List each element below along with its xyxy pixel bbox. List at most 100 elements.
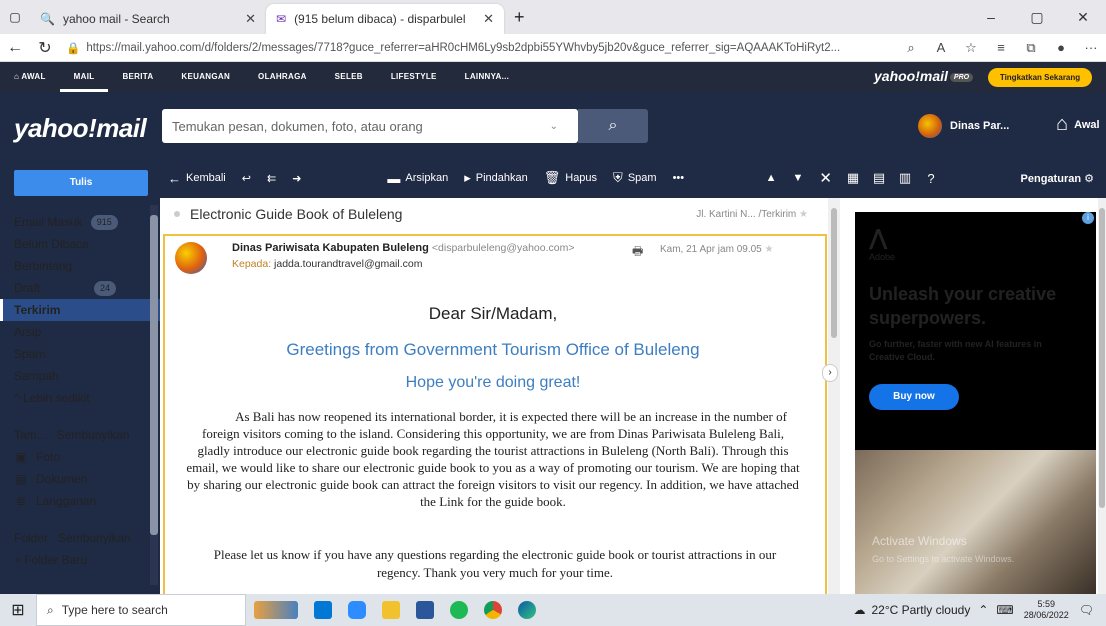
ad-photo[interactable] <box>855 450 1096 594</box>
scrollbar-thumb[interactable] <box>1099 208 1105 508</box>
close-tab-icon[interactable]: ✕ <box>245 11 256 27</box>
sidebar-item-documents[interactable]: ▤ Dokumen <box>0 468 160 490</box>
nav-lifestyle[interactable]: LIFESTYLE <box>377 62 451 92</box>
sidebar-item-subscriptions[interactable]: ≣ Langganan <box>0 490 160 512</box>
sidebar-item-unread[interactable]: Belum Dibaca <box>0 233 160 255</box>
weather-icon[interactable]: ☁ <box>853 603 865 617</box>
print-icon[interactable]: 🖶 <box>632 242 643 263</box>
nav-news[interactable]: BERITA <box>108 62 167 92</box>
sidebar-item-archive[interactable]: Arsip <box>0 321 160 343</box>
contacts-icon[interactable]: ▦ <box>840 170 866 186</box>
close-window-button[interactable]: ✕ <box>1060 0 1106 34</box>
nav-celeb[interactable]: SELEB <box>321 62 377 92</box>
nav-finance[interactable]: KEUANGAN <box>167 62 244 92</box>
sidebar-scrollbar[interactable] <box>150 205 158 585</box>
yahoo-mail-logo[interactable]: yahoo!mail <box>14 113 147 144</box>
sidebar-item-sent[interactable]: Terkirim <box>0 299 160 321</box>
forward-button[interactable]: ➜ <box>284 172 309 185</box>
clock[interactable]: 5:59 28/06/2022 <box>1024 599 1069 621</box>
sidebar-item-drafts[interactable]: Draft 24 <box>0 277 160 299</box>
nav-mail[interactable]: MAIL <box>59 62 109 92</box>
notifications-icon[interactable]: 🗨 <box>1079 603 1094 617</box>
reply-button[interactable]: ↩ <box>234 172 259 185</box>
favorites-icon[interactable]: ≡ <box>986 40 1016 55</box>
chevron-up-icon[interactable]: ⌃ <box>978 603 988 617</box>
store-icon[interactable] <box>306 594 340 626</box>
search-input[interactable]: Temukan pesan, dokumen, foto, atau orang… <box>162 109 578 143</box>
sidebar-item-photos[interactable]: ▣ Foto <box>0 446 160 468</box>
user-menu[interactable]: Dinas Par... <box>918 113 1009 139</box>
ad-banner[interactable] <box>855 212 1096 450</box>
chrome-icon[interactable] <box>476 594 510 626</box>
archive-button[interactable]: ▬ Arsipkan <box>379 171 456 186</box>
compose-button[interactable]: Tulis <box>14 170 148 196</box>
nav-home[interactable]: ⌂ AWAL <box>0 62 60 92</box>
read-status-dot[interactable] <box>174 211 180 217</box>
sidebar-item-spam[interactable]: Spam <box>0 343 160 365</box>
previous-message-button[interactable]: ▲ <box>758 172 785 184</box>
minimize-button[interactable]: – <box>968 0 1014 34</box>
weather-text[interactable]: 22°C Partly cloudy <box>871 603 970 617</box>
more-menu-icon[interactable]: ··· <box>1076 40 1106 55</box>
sidebar-item-less[interactable]: ^ Lebih sedikit <box>0 387 160 409</box>
collections-icon[interactable]: ⧉ <box>1016 40 1046 56</box>
spam-button[interactable]: ⛨ Spam <box>605 170 665 186</box>
taskbar-search-input[interactable]: ⌕ Type here to search <box>36 594 246 626</box>
url-field[interactable]: 🔒 https://mail.yahoo.com/d/folders/2/mes… <box>60 37 896 59</box>
windows-start-icon[interactable]: ⊞ <box>0 600 36 620</box>
browser-tab-mail[interactable]: ✉ (915 belum dibaca) - disparbulel ✕ <box>266 4 504 34</box>
settings-button[interactable]: Pengaturan ⚙ <box>1021 172 1094 185</box>
back-button[interactable]: ← Kembali <box>160 171 234 186</box>
reply-all-button[interactable]: ⇇ <box>259 172 284 185</box>
keyboard-icon[interactable]: ⌨ <box>996 603 1013 617</box>
right-scrollbar[interactable] <box>1098 198 1106 594</box>
new-tab-button[interactable]: + <box>504 7 535 28</box>
profile-avatar-icon[interactable]: ● <box>1046 40 1076 55</box>
star-icon[interactable]: ★ <box>799 209 808 220</box>
new-folder-link[interactable]: + Folder Baru <box>0 549 160 571</box>
tab-actions-icon[interactable]: ▢ <box>0 10 30 24</box>
next-message-button[interactable]: ▼ <box>785 172 812 184</box>
sidebar-item-trash[interactable]: Sampah <box>0 365 160 387</box>
scrollbar-thumb[interactable] <box>150 215 158 535</box>
chevron-down-icon[interactable]: ⌄ <box>550 121 558 132</box>
zoom-icon[interactable] <box>340 594 374 626</box>
star-icon[interactable]: ★ <box>765 244 774 255</box>
home-button[interactable]: ⌂ Awal <box>1056 113 1100 136</box>
ad-info-icon[interactable]: i <box>1082 212 1094 224</box>
back-arrow-icon[interactable]: ← <box>0 39 30 57</box>
calendar-icon[interactable]: ▤ <box>866 170 892 186</box>
message-scrollbar[interactable] <box>828 198 840 594</box>
sidebar-item-inbox[interactable]: Email Masuk 915 <box>0 211 160 233</box>
nav-sports[interactable]: OLAHRAGA <box>244 62 321 92</box>
yahoo-mail-pro-logo[interactable]: yahoo!mail PRO <box>874 68 974 84</box>
collapse-panel-button[interactable]: › <box>822 364 838 382</box>
maximize-button[interactable]: ▢ <box>1014 0 1060 34</box>
delete-button[interactable]: 🗑 Hapus <box>536 170 605 186</box>
folders-hide-link[interactable]: Sembunyikan <box>58 527 131 549</box>
more-button[interactable]: ••• <box>665 172 693 184</box>
views-hide-link[interactable]: Sembunyikan <box>57 424 130 446</box>
notepad-icon[interactable]: ▥ <box>892 170 918 186</box>
close-message-button[interactable]: ✕ <box>811 169 840 187</box>
ad-buy-button[interactable]: Buy now <box>869 384 959 410</box>
upgrade-button[interactable]: Tingkatkan Sekarang <box>988 68 1092 87</box>
favorite-star-icon[interactable]: ☆ <box>956 40 986 56</box>
help-icon[interactable]: ? <box>918 171 944 186</box>
close-tab-icon[interactable]: ✕ <box>483 11 494 27</box>
browser-tab-search[interactable]: 🔍 yahoo mail - Search ✕ <box>30 4 266 34</box>
file-explorer-icon[interactable] <box>374 594 408 626</box>
nav-more[interactable]: LAINNYA... <box>451 62 524 92</box>
refresh-icon[interactable]: ↻ <box>30 38 60 58</box>
read-aloud-icon[interactable]: A <box>926 40 956 55</box>
edge-icon[interactable] <box>510 594 544 626</box>
search-page-icon[interactable]: ⌕ <box>896 40 926 56</box>
scrollbar-thumb[interactable] <box>831 208 837 338</box>
word-icon[interactable] <box>408 594 442 626</box>
move-button[interactable]: ▸ Pindahkan <box>456 170 536 186</box>
sidebar-item-starred[interactable]: Berbintang <box>0 255 160 277</box>
sender-name[interactable]: Dinas Pariwisata Kabupaten Buleleng <box>232 242 429 254</box>
widgets-icon[interactable] <box>246 594 306 626</box>
spotify-icon[interactable] <box>442 594 476 626</box>
search-button[interactable]: ⌕ <box>578 109 648 143</box>
